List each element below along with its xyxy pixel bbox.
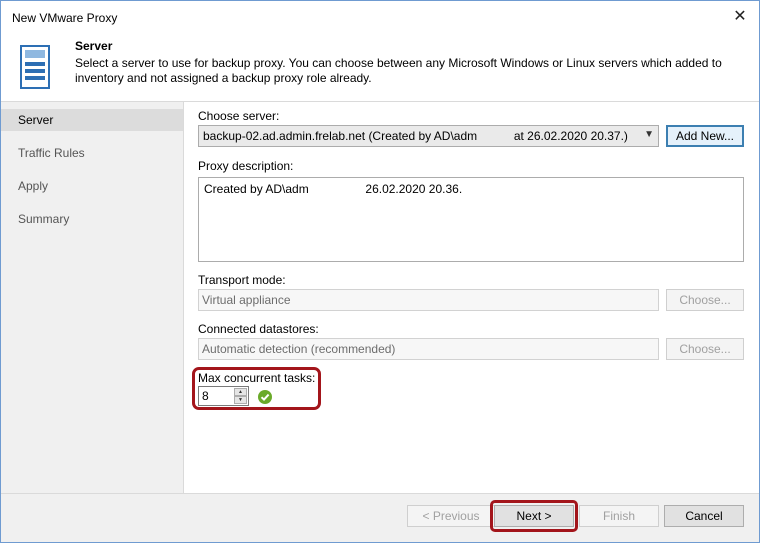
transport-mode-label: Transport mode: [198, 273, 286, 287]
step-title: Server [75, 39, 113, 53]
sidebar-item-apply[interactable]: Apply [1, 175, 183, 197]
transport-mode-value: Virtual appliance [202, 293, 291, 307]
transport-choose-button: Choose... [666, 289, 744, 311]
window-title: New VMware Proxy [12, 11, 118, 25]
server-icon [20, 45, 50, 89]
wizard-header: Server Select a server to use for backup… [1, 33, 759, 101]
check-ok-icon [258, 390, 272, 404]
add-new-button[interactable]: Add New... [666, 125, 744, 147]
cancel-button[interactable]: Cancel [664, 505, 744, 527]
previous-button: < Previous [407, 505, 495, 527]
sidebar-item-summary[interactable]: Summary [1, 208, 183, 230]
server-dropdown[interactable]: backup-02.ad.admin.frelab.net (Created b… [198, 125, 659, 147]
close-icon[interactable]: ✕ [725, 4, 755, 30]
wizard-footer: < Previous Next > Finish Cancel [1, 493, 759, 542]
step-description: Select a server to use for backup proxy.… [75, 56, 722, 85]
wizard-steps-sidebar: Server Traffic Rules Apply Summary [1, 102, 184, 493]
sidebar-item-traffic-rules[interactable]: Traffic Rules [1, 142, 183, 164]
chevron-down-icon[interactable]: ▼ [644, 129, 654, 140]
proxy-description-field[interactable]: Created by AD\adm 26.02.2020 20.36. [198, 177, 744, 262]
proxy-description-value: Created by AD\adm 26.02.2020 20.36. [204, 182, 463, 196]
title-bar: New VMware Proxy ✕ [1, 1, 759, 33]
proxy-description-label: Proxy description: [198, 159, 294, 173]
datastores-choose-button: Choose... [666, 338, 744, 360]
connected-datastores-value: Automatic detection (recommended) [202, 342, 396, 356]
max-concurrent-tasks-stepper[interactable]: 8 ▲ ▼ [198, 386, 249, 406]
max-concurrent-tasks-label: Max concurrent tasks: [198, 371, 316, 385]
stepper-down-icon[interactable]: ▼ [234, 396, 247, 404]
connected-datastores-field: Automatic detection (recommended) [198, 338, 659, 360]
connected-datastores-label: Connected datastores: [198, 322, 319, 336]
next-button[interactable]: Next > [494, 505, 574, 527]
sidebar-item-server[interactable]: Server [1, 109, 183, 131]
max-concurrent-tasks-value: 8 [202, 389, 209, 403]
server-dropdown-value: backup-02.ad.admin.frelab.net (Created b… [203, 129, 628, 143]
new-vmware-proxy-window: New VMware Proxy ✕ Server Select a serve… [0, 0, 760, 543]
main-content: Choose server: backup-02.ad.admin.frelab… [185, 102, 759, 493]
choose-server-label: Choose server: [198, 109, 280, 123]
transport-mode-field: Virtual appliance [198, 289, 659, 311]
finish-button: Finish [579, 505, 659, 527]
stepper-up-icon[interactable]: ▲ [234, 388, 247, 396]
